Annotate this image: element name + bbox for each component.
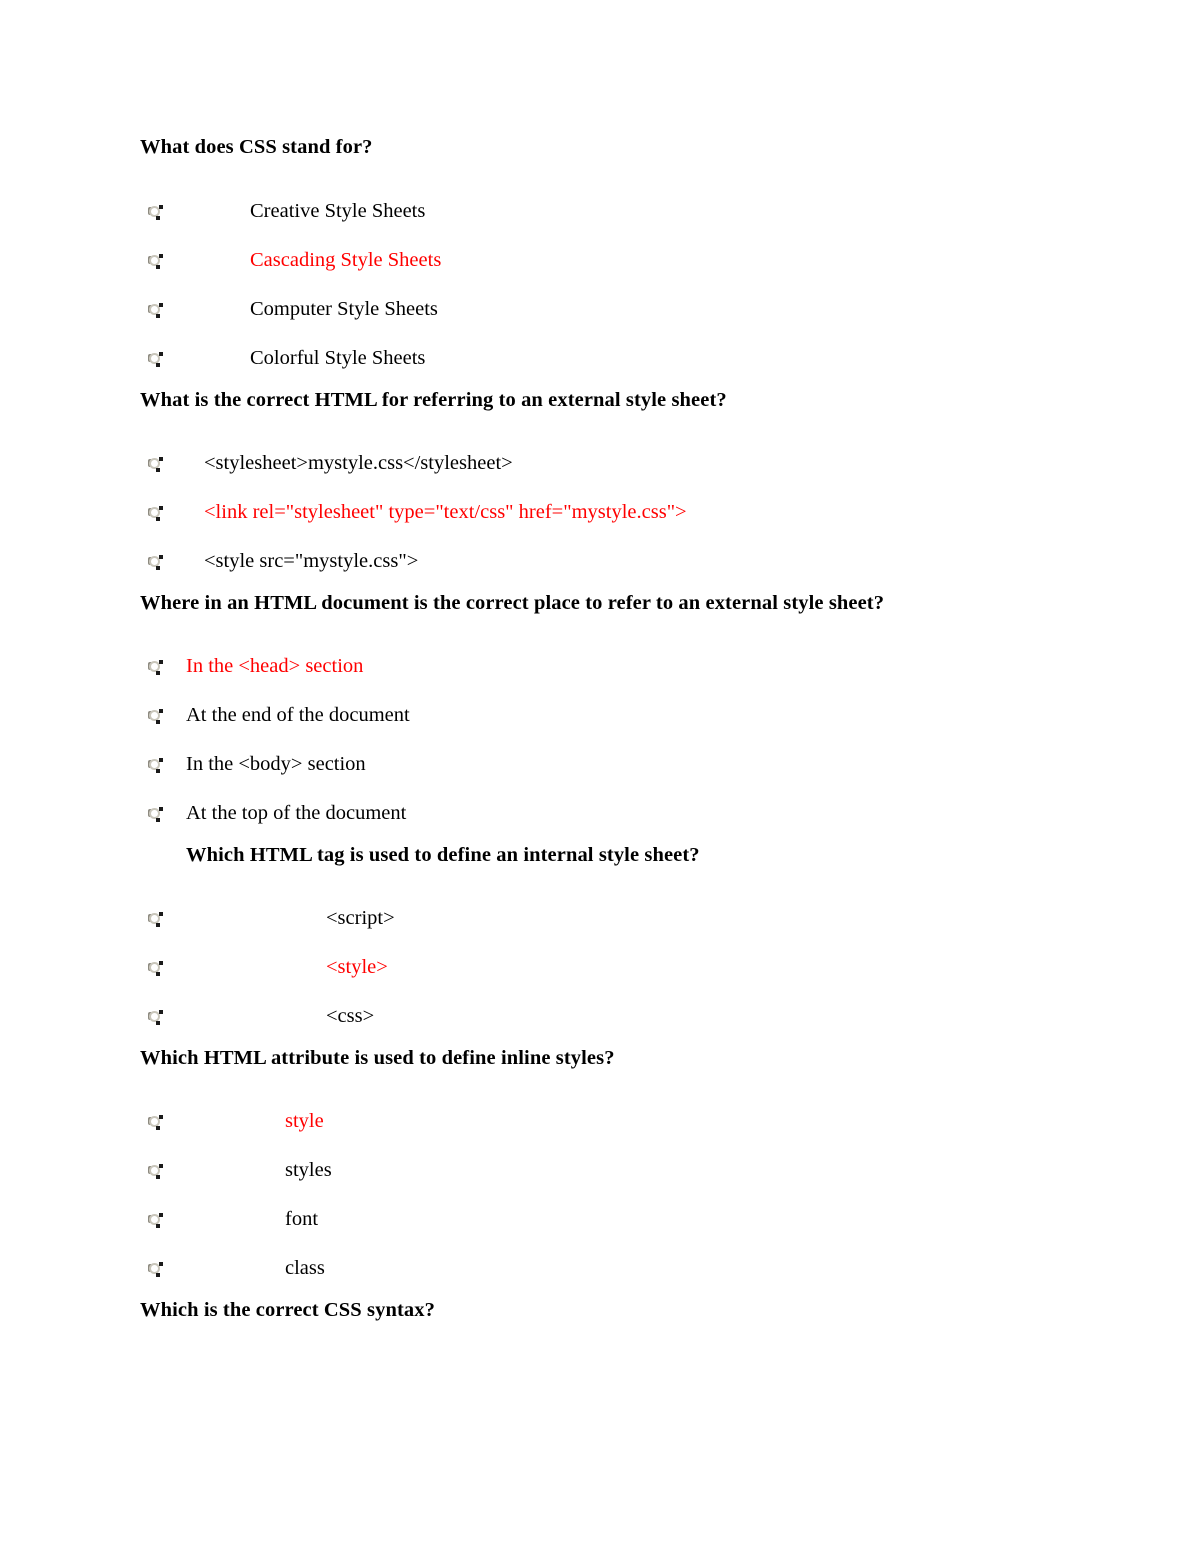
option-row[interactable]: <style> (140, 947, 1070, 996)
option-label: <css> (326, 1005, 375, 1027)
option-group-5: style styles font class (140, 1101, 1070, 1297)
option-row[interactable]: styles (140, 1150, 1070, 1199)
radio-button-icon[interactable] (148, 352, 163, 367)
option-row[interactable]: In the <body> section (140, 744, 1070, 793)
option-label-correct: In the <head> section (186, 655, 364, 677)
option-label: <script> (326, 907, 395, 929)
option-row[interactable]: font (140, 1199, 1070, 1248)
option-label-correct: <link rel="stylesheet" type="text/css" h… (204, 501, 687, 523)
option-row[interactable]: <script> (140, 898, 1070, 947)
option-row[interactable]: style (140, 1101, 1070, 1150)
option-group-2: <stylesheet>mystyle.css</stylesheet> <li… (140, 443, 1070, 590)
option-group-3: In the <head> section At the end of the … (140, 646, 1070, 842)
radio-button-icon[interactable] (148, 709, 163, 724)
question-heading-5: Which HTML attribute is used to define i… (140, 1047, 615, 1069)
option-row[interactable]: class (140, 1248, 1070, 1297)
option-label: <stylesheet>mystyle.css</stylesheet> (204, 452, 513, 474)
option-row[interactable]: <stylesheet>mystyle.css</stylesheet> (140, 443, 1070, 492)
option-row[interactable]: Computer Style Sheets (140, 289, 1070, 338)
radio-button-icon[interactable] (148, 912, 163, 927)
radio-button-icon[interactable] (148, 205, 163, 220)
option-row[interactable]: At the top of the document (140, 793, 1070, 842)
radio-button-icon[interactable] (148, 1213, 163, 1228)
option-label: class (285, 1257, 325, 1279)
radio-button-icon[interactable] (148, 1115, 163, 1130)
question-heading-1: What does CSS stand for? (140, 136, 373, 158)
radio-button-icon[interactable] (148, 457, 163, 472)
question-heading-6: Which is the correct CSS syntax? (140, 1299, 435, 1321)
option-row[interactable]: <css> (140, 996, 1070, 1045)
option-row[interactable]: Cascading Style Sheets (140, 240, 1070, 289)
question-heading-4: Which HTML tag is used to define an inte… (186, 844, 700, 866)
option-label-correct: <style> (326, 956, 388, 978)
option-row[interactable]: Colorful Style Sheets (140, 338, 1070, 387)
option-label: Creative Style Sheets (250, 200, 426, 222)
radio-button-icon[interactable] (148, 758, 163, 773)
radio-button-icon[interactable] (148, 506, 163, 521)
option-label: <style src="mystyle.css"> (204, 550, 419, 572)
question-heading-2: What is the correct HTML for referring t… (140, 389, 727, 411)
option-row[interactable]: <style src="mystyle.css"> (140, 541, 1070, 590)
option-label-correct: Cascading Style Sheets (250, 249, 442, 271)
radio-button-icon[interactable] (148, 303, 163, 318)
question-heading-3: Where in an HTML document is the correct… (140, 592, 885, 614)
radio-button-icon[interactable] (148, 961, 163, 976)
radio-button-icon[interactable] (148, 254, 163, 269)
option-label-correct: style (285, 1110, 324, 1132)
document-page: What does CSS stand for? Creative Style … (0, 0, 1200, 1553)
radio-button-icon[interactable] (148, 807, 163, 822)
option-label: In the <body> section (186, 753, 366, 775)
radio-button-icon[interactable] (148, 555, 163, 570)
radio-button-icon[interactable] (148, 1010, 163, 1025)
option-group-1: Creative Style Sheets Cascading Style Sh… (140, 191, 1070, 387)
option-row[interactable]: Creative Style Sheets (140, 191, 1070, 240)
radio-button-icon[interactable] (148, 1164, 163, 1179)
option-row[interactable]: In the <head> section (140, 646, 1070, 695)
radio-button-icon[interactable] (148, 660, 163, 675)
option-label: At the top of the document (186, 802, 407, 824)
option-label: Computer Style Sheets (250, 298, 438, 320)
option-label: styles (285, 1159, 332, 1181)
option-row[interactable]: At the end of the document (140, 695, 1070, 744)
document-body: What does CSS stand for? Creative Style … (140, 134, 1070, 1323)
radio-button-icon[interactable] (148, 1262, 163, 1277)
option-row[interactable]: <link rel="stylesheet" type="text/css" h… (140, 492, 1070, 541)
option-label: At the end of the document (186, 704, 410, 726)
option-label: font (285, 1208, 319, 1230)
option-label: Colorful Style Sheets (250, 347, 426, 369)
option-group-4: <script> <style> <css> (140, 898, 1070, 1045)
